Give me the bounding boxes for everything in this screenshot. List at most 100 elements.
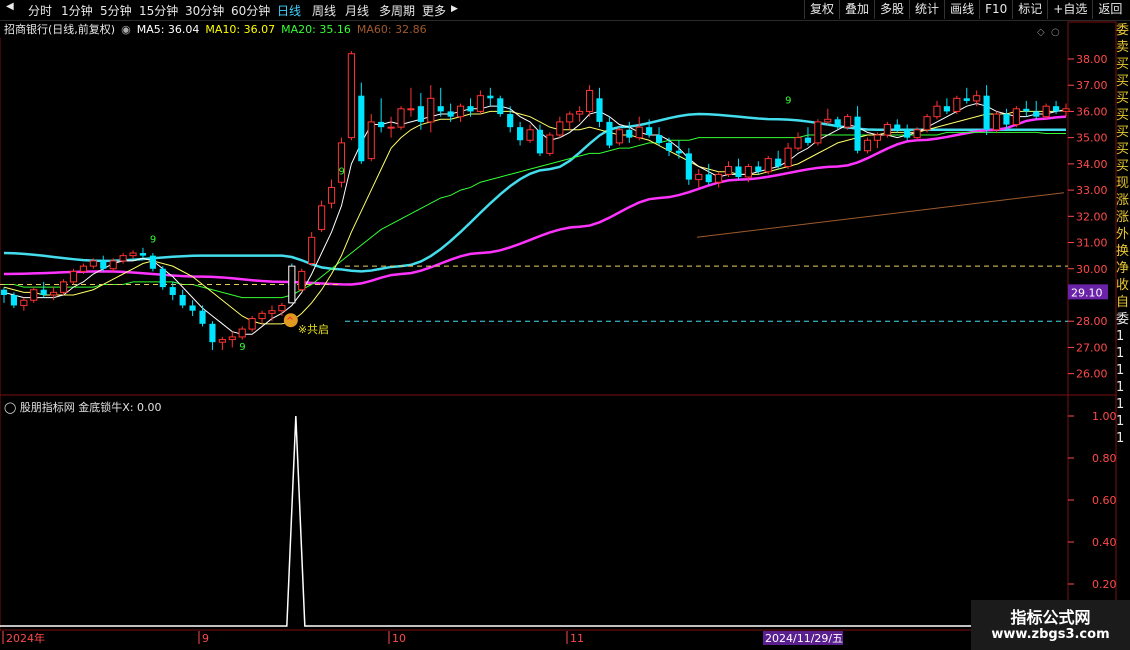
candle-body bbox=[556, 121, 564, 136]
candlestick bbox=[100, 255, 107, 272]
date-label: 10 bbox=[392, 632, 406, 645]
side-strip-char: 委 bbox=[1116, 312, 1130, 327]
candle-body bbox=[467, 106, 474, 112]
price-axis-label: 38.00 bbox=[1076, 53, 1108, 66]
candlestick bbox=[724, 161, 733, 177]
candle-body bbox=[288, 265, 296, 304]
candle-body bbox=[437, 106, 444, 112]
watermark-title: 指标公式网 bbox=[1010, 608, 1091, 627]
candlestick bbox=[814, 119, 822, 146]
candlestick bbox=[308, 232, 316, 267]
candle-body bbox=[189, 305, 196, 311]
candle-body bbox=[447, 111, 454, 117]
candle-body bbox=[804, 137, 812, 143]
ma60-line bbox=[696, 192, 1065, 238]
side-strip-char: 涨 bbox=[1116, 210, 1130, 225]
candlestick bbox=[596, 87, 603, 128]
side-strip-char: 买 bbox=[1116, 108, 1130, 123]
candlestick bbox=[923, 114, 931, 133]
candle-body bbox=[139, 253, 147, 256]
candle-body bbox=[943, 106, 950, 112]
candlestick bbox=[199, 305, 206, 327]
candle-body bbox=[685, 153, 692, 180]
candle-body bbox=[89, 260, 97, 267]
candle-body bbox=[179, 294, 186, 306]
candlestick bbox=[546, 132, 554, 156]
candlestick bbox=[794, 132, 802, 151]
td-nine-marker: 9 bbox=[239, 342, 245, 353]
candle-body bbox=[30, 289, 38, 301]
candle-body bbox=[50, 291, 58, 296]
candlestick bbox=[209, 321, 216, 351]
current-price-tag: 29.10 bbox=[1071, 286, 1103, 299]
candle-body bbox=[1012, 108, 1020, 126]
candle-body bbox=[963, 98, 970, 101]
candle-body bbox=[159, 268, 166, 288]
candlestick bbox=[378, 98, 385, 133]
candle-body bbox=[476, 95, 484, 112]
side-info-strip: 委卖买买买买买买买现涨涨外换净收自委1111111 bbox=[1116, 22, 1130, 632]
candle-body bbox=[606, 121, 613, 146]
price-axis-label: 27.00 bbox=[1076, 341, 1108, 354]
candle-body bbox=[904, 129, 911, 138]
candle-body bbox=[724, 165, 733, 175]
candlestick bbox=[675, 140, 682, 159]
side-strip-char: 委 bbox=[1116, 23, 1130, 38]
candlestick bbox=[258, 310, 266, 324]
candlestick bbox=[943, 98, 950, 115]
candlestick bbox=[517, 121, 524, 146]
candle-body bbox=[546, 134, 554, 154]
watermark-logo: 指标公式网 www.zbgs3.com bbox=[971, 600, 1130, 650]
candle-body bbox=[109, 260, 117, 270]
candlestick bbox=[337, 137, 346, 188]
candle-body bbox=[487, 95, 494, 99]
candlestick bbox=[695, 169, 703, 188]
price-axis-label: 35.00 bbox=[1076, 132, 1108, 145]
candlestick bbox=[566, 111, 574, 130]
candle-body bbox=[318, 205, 326, 230]
candle-body bbox=[417, 106, 424, 122]
candle-body bbox=[873, 134, 881, 141]
candle-body bbox=[497, 98, 504, 115]
candle-body bbox=[100, 260, 107, 269]
candle-body bbox=[854, 116, 861, 151]
candlestick bbox=[526, 124, 534, 143]
candlestick bbox=[288, 263, 296, 304]
candle-body bbox=[20, 299, 28, 306]
candle-body bbox=[327, 186, 336, 204]
candle-body bbox=[517, 127, 524, 141]
candle-body bbox=[1062, 108, 1070, 112]
price-axis-label: 36.00 bbox=[1076, 105, 1108, 118]
side-strip-char: 1 bbox=[1116, 346, 1125, 361]
candle-body bbox=[744, 165, 752, 178]
candle-body bbox=[199, 310, 206, 324]
candlestick bbox=[983, 85, 990, 136]
candle-body bbox=[973, 95, 981, 102]
candle-body bbox=[665, 142, 673, 151]
candle-body bbox=[248, 318, 256, 330]
date-label: 11 bbox=[570, 632, 584, 645]
candlestick bbox=[883, 121, 891, 138]
candle-body bbox=[59, 281, 68, 293]
candle-body bbox=[69, 270, 78, 283]
indicator-collapse-icon[interactable]: ◯ bbox=[4, 401, 20, 414]
candlestick bbox=[735, 158, 742, 180]
price-axis-label: 33.00 bbox=[1076, 184, 1108, 197]
candle-body bbox=[79, 265, 87, 272]
candle-body bbox=[149, 255, 156, 269]
candle-body bbox=[378, 121, 385, 128]
candlestick bbox=[218, 336, 226, 351]
candlestick bbox=[497, 95, 504, 117]
candle-body bbox=[397, 108, 405, 128]
candle-body bbox=[992, 113, 1001, 131]
kline-chart[interactable]: 38.00 37.00 36.00 35.00 34.00 33.00 32.00 31.00… bbox=[0, 0, 1130, 650]
diamond-icon: ◇ bbox=[1037, 27, 1045, 38]
indicator-line bbox=[0, 415, 1068, 627]
candlestick bbox=[189, 300, 196, 316]
side-strip-char: 现 bbox=[1116, 176, 1130, 191]
candle-body bbox=[933, 105, 941, 118]
candle-body bbox=[913, 129, 921, 139]
candlestick bbox=[387, 116, 395, 138]
candle-body bbox=[715, 173, 723, 183]
candlestick bbox=[775, 150, 782, 170]
